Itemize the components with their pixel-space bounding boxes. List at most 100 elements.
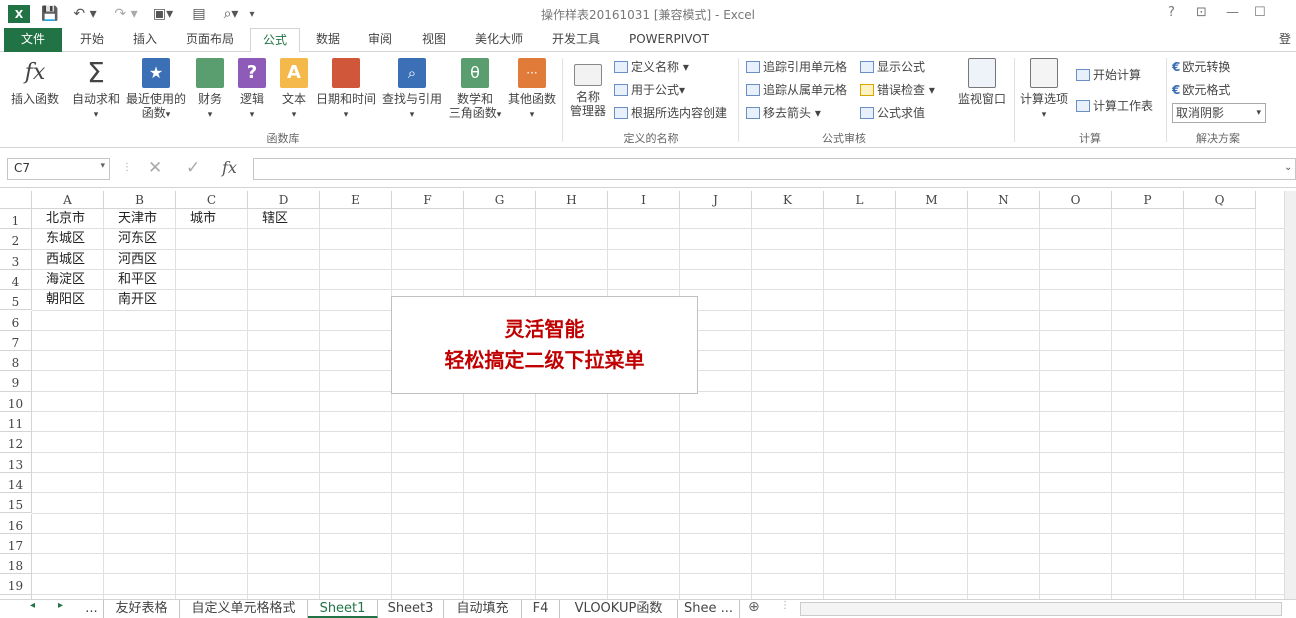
sheet-tab[interactable]: 自定义单元格格式 bbox=[180, 600, 308, 618]
prev-sheet-icon[interactable]: ◂ bbox=[30, 600, 35, 611]
vertical-scrollbar[interactable] bbox=[1284, 191, 1296, 599]
watch-window-button[interactable]: 监视窗口 bbox=[954, 58, 1010, 106]
datetime-button[interactable]: 日期和时间 ▾ bbox=[314, 58, 378, 122]
column-header[interactable]: O bbox=[1040, 191, 1112, 209]
splitter-icon[interactable]: ⋮ bbox=[122, 162, 132, 173]
cell-a4[interactable]: 海淀区 bbox=[32, 270, 104, 290]
sheet-tab[interactable]: Shee ... bbox=[678, 600, 740, 618]
sheet-tab[interactable]: VLOOKUP函数 bbox=[560, 600, 678, 618]
row-header[interactable]: 14 bbox=[0, 472, 32, 494]
autosum-button[interactable]: Σ 自动求和 ▾ bbox=[70, 58, 122, 122]
error-check-button[interactable]: 错误检查 ▾ bbox=[860, 81, 935, 99]
sheet-tab-active[interactable]: Sheet1 bbox=[308, 600, 378, 618]
column-header[interactable]: F bbox=[392, 191, 464, 209]
cell-b5[interactable]: 南开区 bbox=[104, 290, 176, 310]
sheet-tab[interactable]: F4 bbox=[522, 600, 560, 618]
row-header[interactable]: 16 bbox=[0, 513, 32, 534]
column-header[interactable]: P bbox=[1112, 191, 1184, 209]
column-header[interactable]: A bbox=[32, 191, 104, 209]
horizontal-scrollbar[interactable] bbox=[800, 602, 1282, 616]
logic-button[interactable]: ? 逻辑 ▾ bbox=[234, 58, 270, 122]
column-header[interactable]: H bbox=[536, 191, 608, 209]
euro-format-button[interactable]: € 欧元格式 bbox=[1172, 81, 1230, 99]
cell-b2[interactable]: 河东区 bbox=[104, 229, 176, 249]
row-header[interactable]: 4 bbox=[0, 269, 32, 291]
column-header[interactable]: K bbox=[752, 191, 824, 209]
expand-formula-icon[interactable]: ⌄ bbox=[1284, 162, 1292, 173]
tab-insert[interactable]: 插入 bbox=[120, 28, 170, 52]
column-header[interactable]: J bbox=[680, 191, 752, 209]
row-header[interactable]: 18 bbox=[0, 554, 32, 575]
column-header[interactable]: L bbox=[824, 191, 896, 209]
help-button[interactable]: ? bbox=[1168, 5, 1175, 20]
row-header[interactable]: 19 bbox=[0, 574, 32, 595]
create-from-selection-button[interactable]: 根据所选内容创建 bbox=[614, 104, 727, 122]
tab-beautify[interactable]: 美化大师 bbox=[462, 28, 536, 52]
column-header[interactable]: N bbox=[968, 191, 1040, 209]
tab-home[interactable]: 开始 bbox=[66, 28, 118, 52]
use-in-formula-button[interactable]: 用于公式▾ bbox=[614, 81, 685, 99]
tab-page-layout[interactable]: 页面布局 bbox=[176, 28, 244, 52]
sheet-tab-more[interactable]: ... bbox=[80, 600, 104, 618]
define-name-button[interactable]: 定义名称 ▾ bbox=[614, 58, 689, 76]
row-header[interactable]: 2 bbox=[0, 229, 32, 250]
trace-dependents-button[interactable]: 追踪从属单元格 bbox=[746, 81, 847, 99]
column-header[interactable]: B bbox=[104, 191, 176, 209]
cell-b4[interactable]: 和平区 bbox=[104, 270, 176, 290]
cancel-icon[interactable]: ✕ bbox=[148, 158, 162, 178]
ribbon-options-button[interactable]: ⊡ bbox=[1196, 5, 1207, 20]
row-header[interactable]: 15 bbox=[0, 493, 32, 514]
cell-b3[interactable]: 河西区 bbox=[104, 250, 176, 270]
column-header[interactable]: D bbox=[248, 191, 320, 209]
name-box[interactable]: C7 ▾ bbox=[7, 158, 110, 180]
calc-sheet-button[interactable]: 计算工作表 bbox=[1076, 97, 1153, 115]
trace-precedents-button[interactable]: 追踪引用单元格 bbox=[746, 58, 847, 76]
text-box-banner[interactable]: 灵活智能 轻松搞定二级下拉菜单 bbox=[391, 296, 698, 394]
splitter-icon[interactable]: ⋮ bbox=[780, 600, 790, 611]
calc-now-button[interactable]: 开始计算 bbox=[1076, 66, 1141, 84]
finance-button[interactable]: 财务 ▾ bbox=[192, 58, 228, 122]
show-formulas-button[interactable]: 显示公式 bbox=[860, 58, 925, 76]
math-button[interactable]: θ 数学和 三角函数▾ bbox=[446, 58, 504, 122]
cell-a2[interactable]: 东城区 bbox=[32, 229, 104, 249]
evaluate-formula-button[interactable]: 公式求值 bbox=[860, 104, 925, 122]
row-header[interactable]: 6 bbox=[0, 310, 32, 331]
row-header[interactable]: 13 bbox=[0, 452, 32, 473]
recent-functions-button[interactable]: ★ 最近使用的 函数▾ bbox=[124, 58, 188, 122]
worksheet-grid[interactable]: ABCDEFGHIJKLMNOPQ 1 2 3 4 5 6 7 8 9 10 11 12 13 14 15 1… bbox=[0, 191, 1284, 599]
next-sheet-icon[interactable]: ▸ bbox=[58, 600, 63, 611]
sheet-tab[interactable]: 友好表格 bbox=[104, 600, 180, 618]
row-header[interactable]: 3 bbox=[0, 249, 32, 270]
enter-icon[interactable]: ✓ bbox=[186, 158, 200, 178]
tab-powerpivot[interactable]: POWERPIVOT bbox=[616, 28, 722, 52]
cell-a1[interactable]: 北京市 bbox=[32, 209, 104, 229]
row-header[interactable]: 9 bbox=[0, 371, 32, 392]
sign-in-link[interactable]: 登 bbox=[1274, 28, 1296, 52]
minimize-button[interactable]: — bbox=[1226, 5, 1239, 20]
column-header[interactable]: G bbox=[464, 191, 536, 209]
tab-formulas[interactable]: 公式 bbox=[250, 28, 300, 53]
tab-data[interactable]: 数据 bbox=[304, 28, 352, 52]
sheet-tab[interactable]: Sheet3 bbox=[378, 600, 444, 618]
tab-review[interactable]: 审阅 bbox=[356, 28, 404, 52]
other-functions-button[interactable]: ··· 其他函数 ▾ bbox=[506, 58, 558, 122]
tab-file[interactable]: 文件 bbox=[4, 28, 62, 52]
row-header[interactable]: 12 bbox=[0, 432, 32, 453]
tab-developer[interactable]: 开发工具 bbox=[540, 28, 612, 52]
row-header[interactable]: 7 bbox=[0, 330, 32, 352]
cell-a5[interactable]: 朝阳区 bbox=[32, 290, 104, 310]
column-header[interactable]: C bbox=[176, 191, 248, 209]
formula-input[interactable] bbox=[253, 158, 1296, 180]
calc-options-button[interactable]: 计算选项 ▾ bbox=[1018, 58, 1070, 122]
row-header[interactable]: 8 bbox=[0, 351, 32, 372]
new-sheet-icon[interactable]: ⊕ bbox=[748, 599, 760, 615]
cell-a3[interactable]: 西城区 bbox=[32, 250, 104, 270]
name-manager-button[interactable]: 名称 管理器 bbox=[566, 64, 610, 118]
text-button[interactable]: A 文本 ▾ bbox=[276, 58, 312, 122]
remove-arrows-button[interactable]: 移去箭头 ▾ bbox=[746, 104, 821, 122]
lookup-button[interactable]: ⌕ 查找与引用 ▾ bbox=[380, 58, 444, 122]
maximize-button[interactable]: ☐ bbox=[1254, 5, 1266, 20]
column-header[interactable]: M bbox=[896, 191, 968, 209]
insert-function-button[interactable]: fx 插入函数 bbox=[6, 58, 64, 106]
select-all-corner[interactable] bbox=[0, 191, 32, 209]
